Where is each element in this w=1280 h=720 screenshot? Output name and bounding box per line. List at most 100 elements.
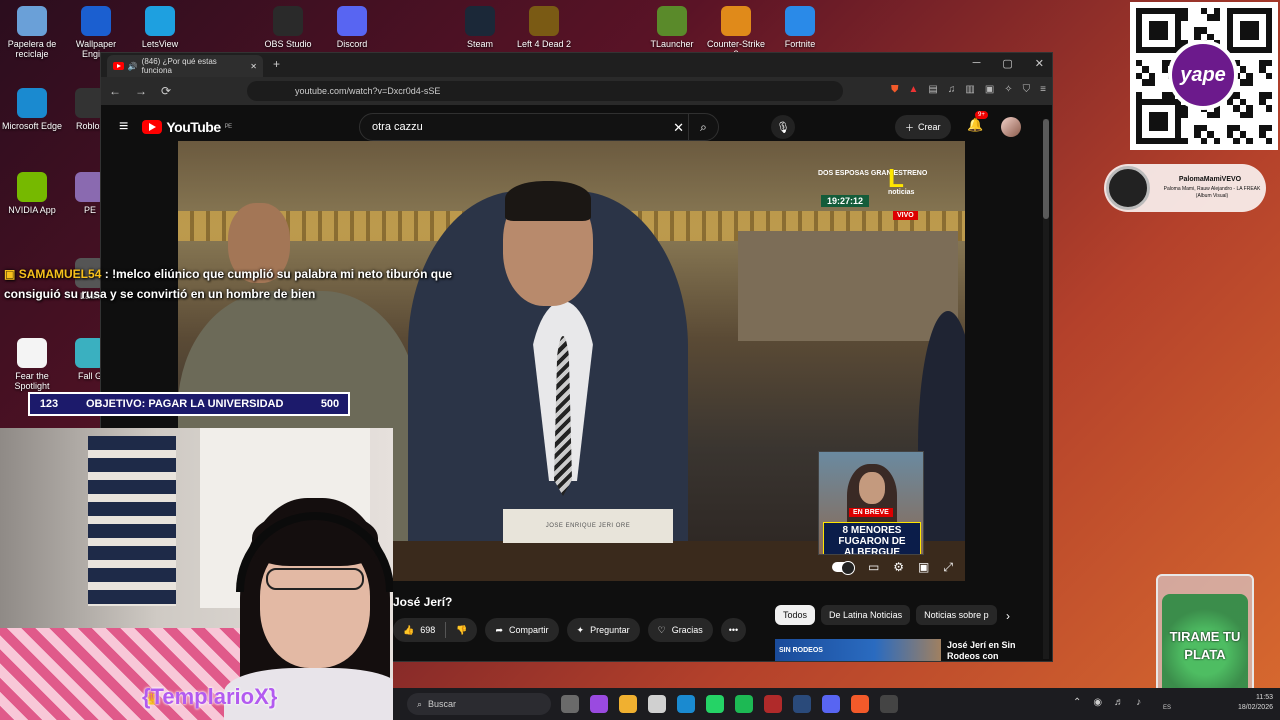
desktop-shortcut-label: OBS Studio: [264, 39, 312, 49]
whatsapp-icon[interactable]: [706, 695, 724, 713]
back-button[interactable]: ←: [109, 84, 121, 98]
breaking-tag: EN BREVE: [849, 508, 893, 517]
taskbar-search[interactable]: ⌕ Buscar: [407, 693, 551, 715]
chip-todos[interactable]: Todos: [775, 605, 816, 625]
scrollbar[interactable]: [1043, 119, 1049, 659]
sidebar-icon[interactable]: ▥: [965, 84, 974, 95]
reader-icon[interactable]: ▤: [928, 84, 937, 95]
media-icon[interactable]: ♫: [948, 84, 956, 95]
close-window-button[interactable]: ✕: [1035, 57, 1044, 70]
desktop-shortcut[interactable]: Papelera de reciclaje: [0, 6, 64, 59]
wallet-icon[interactable]: ▣: [985, 84, 994, 95]
hamburger-menu-icon[interactable]: ≡: [119, 118, 128, 136]
ask-button[interactable]: ✦ Preguntar: [566, 618, 640, 642]
breaking-text: 8 MENORES FUGARON DE ALBERGUE: [823, 522, 921, 554]
yape-badge: yape: [1168, 40, 1238, 110]
breaking-news-card: EN BREVE 8 MENORES FUGARON DE ALBERGUE: [818, 451, 924, 555]
autoplay-toggle[interactable]: [831, 561, 855, 575]
settings-gear-icon[interactable]: ⚙: [893, 560, 904, 574]
clock[interactable]: 11:53 18/02/2026: [1225, 693, 1273, 713]
minimize-button[interactable]: ─: [973, 57, 981, 70]
obs-icon[interactable]: [880, 695, 898, 713]
voice-search-button[interactable]: 🎙: [771, 115, 795, 139]
menu-icon[interactable]: ≡: [1040, 84, 1046, 95]
nameplate: JOSE ENRIQUE JERI ORE: [503, 509, 673, 543]
create-button[interactable]: ＋ Crear: [895, 115, 951, 139]
youtube-logo[interactable]: YouTube PE: [142, 119, 232, 135]
video-actions: 👍 698 👎 ➦ Compartir ✦ Preguntar ♡ Gracia…: [393, 618, 747, 642]
maximize-button[interactable]: ▢: [1002, 57, 1012, 70]
recommended-video[interactable]: SIN RODEOS José Jerí en Sin Rodeos con: [775, 639, 1035, 661]
notification-badge: 9+: [975, 111, 988, 119]
chevron-up-icon[interactable]: ⌃: [1073, 697, 1081, 708]
leo-icon[interactable]: ✧: [1004, 84, 1012, 95]
scrollbar-thumb[interactable]: [1043, 119, 1049, 219]
taskbar-search-placeholder: Buscar: [428, 699, 457, 709]
task-view-icon[interactable]: [561, 695, 579, 713]
avatar[interactable]: [1001, 117, 1021, 137]
steam-icon[interactable]: [793, 695, 811, 713]
chip-noticias[interactable]: Noticias sobre p: [916, 605, 997, 625]
goal-target: 500: [320, 398, 340, 410]
address-bar[interactable]: youtube.com/watch?v=Dxcr0d4-sSE: [247, 81, 843, 101]
spotify-icon[interactable]: [735, 695, 753, 713]
tab-youtube[interactable]: 🔊 (846) ¿Por qué estas funciona ✕: [107, 55, 263, 77]
desktop-shortcut[interactable]: LetsView: [128, 6, 192, 49]
thanks-label: Gracias: [671, 625, 703, 635]
news-clock: 19:27:12: [821, 195, 870, 207]
close-tab-icon[interactable]: ✕: [250, 62, 257, 71]
divider: [445, 622, 447, 638]
network-icon[interactable]: ◉: [1093, 697, 1102, 708]
file-explorer-icon[interactable]: [619, 695, 637, 713]
fullscreen-icon[interactable]: ⤢: [943, 560, 953, 575]
subtitles-icon[interactable]: ▭: [868, 560, 879, 574]
desktop-shortcut-label: NVIDIA App: [8, 205, 56, 215]
chip-latina[interactable]: De Latina Noticias: [821, 605, 911, 625]
brave-icon[interactable]: [851, 695, 869, 713]
store-icon[interactable]: [648, 695, 666, 713]
now-playing-artist: PalomaMamiVEVO: [1178, 176, 1242, 183]
vpn-icon[interactable]: ⛉: [1023, 84, 1031, 95]
desktop-shortcut[interactable]: Discord: [320, 6, 384, 49]
ask-label: Preguntar: [590, 625, 630, 635]
theater-mode-icon[interactable]: ▣: [918, 560, 929, 574]
jar-text: TIRAME TU PLATA: [1169, 629, 1241, 662]
share-button[interactable]: ➦ Compartir: [485, 618, 559, 642]
notifications-bell-icon[interactable]: 🔔: [967, 117, 983, 133]
goal-current: 123: [39, 398, 59, 410]
desktop-shortcut[interactable]: Steam: [448, 6, 512, 49]
like-button[interactable]: 👍 698 👎: [393, 618, 478, 642]
clear-search-icon[interactable]: ✕: [673, 120, 684, 136]
search-input[interactable]: otra cazzu ✕ ⌕: [359, 113, 719, 141]
l4d2-icon: [529, 6, 559, 36]
desktop-shortcut[interactable]: OBS Studio: [256, 6, 320, 49]
edge-icon[interactable]: [677, 695, 695, 713]
thumbs-down-icon[interactable]: 👎: [456, 625, 467, 636]
desktop-shortcut[interactable]: TLauncher: [640, 6, 704, 49]
speaker-tray-icon[interactable]: ♪: [1136, 697, 1141, 708]
desktop-shortcut[interactable]: Left 4 Dead 2: [512, 6, 576, 49]
desktop-shortcut[interactable]: Microsoft Edge: [0, 88, 64, 131]
desktop-shortcut-label: Microsoft Edge: [1, 121, 63, 131]
app-icon[interactable]: [764, 695, 782, 713]
reload-button[interactable]: ⟳: [161, 84, 171, 98]
rewards-icon[interactable]: ▲: [909, 84, 919, 95]
copilot-icon[interactable]: [590, 695, 608, 713]
news-logo-sub: noticias: [888, 189, 915, 196]
brave-shield-icon[interactable]: ⛊: [891, 84, 899, 95]
language-indicator[interactable]: ES: [1163, 705, 1171, 711]
search-button[interactable]: ⌕: [688, 114, 718, 140]
sparkle-icon: ✦: [576, 624, 585, 635]
fear-spotlight-icon: [17, 338, 47, 368]
mic-tray-icon[interactable]: ♬: [1114, 697, 1124, 708]
desktop-shortcut[interactable]: NVIDIA App: [0, 172, 64, 215]
desktop-shortcut[interactable]: Fear the Spotlight: [0, 338, 64, 391]
forward-button[interactable]: →: [135, 84, 147, 98]
discord-icon[interactable]: [822, 695, 840, 713]
chevron-right-icon[interactable]: ›: [1006, 609, 1010, 623]
more-actions-button[interactable]: •••: [720, 618, 747, 642]
live-badge: VIVO: [893, 211, 918, 220]
thanks-button[interactable]: ♡ Gracias: [647, 618, 713, 642]
new-tab-button[interactable]: +: [273, 57, 280, 71]
desktop-shortcut[interactable]: Fortnite: [768, 6, 832, 49]
